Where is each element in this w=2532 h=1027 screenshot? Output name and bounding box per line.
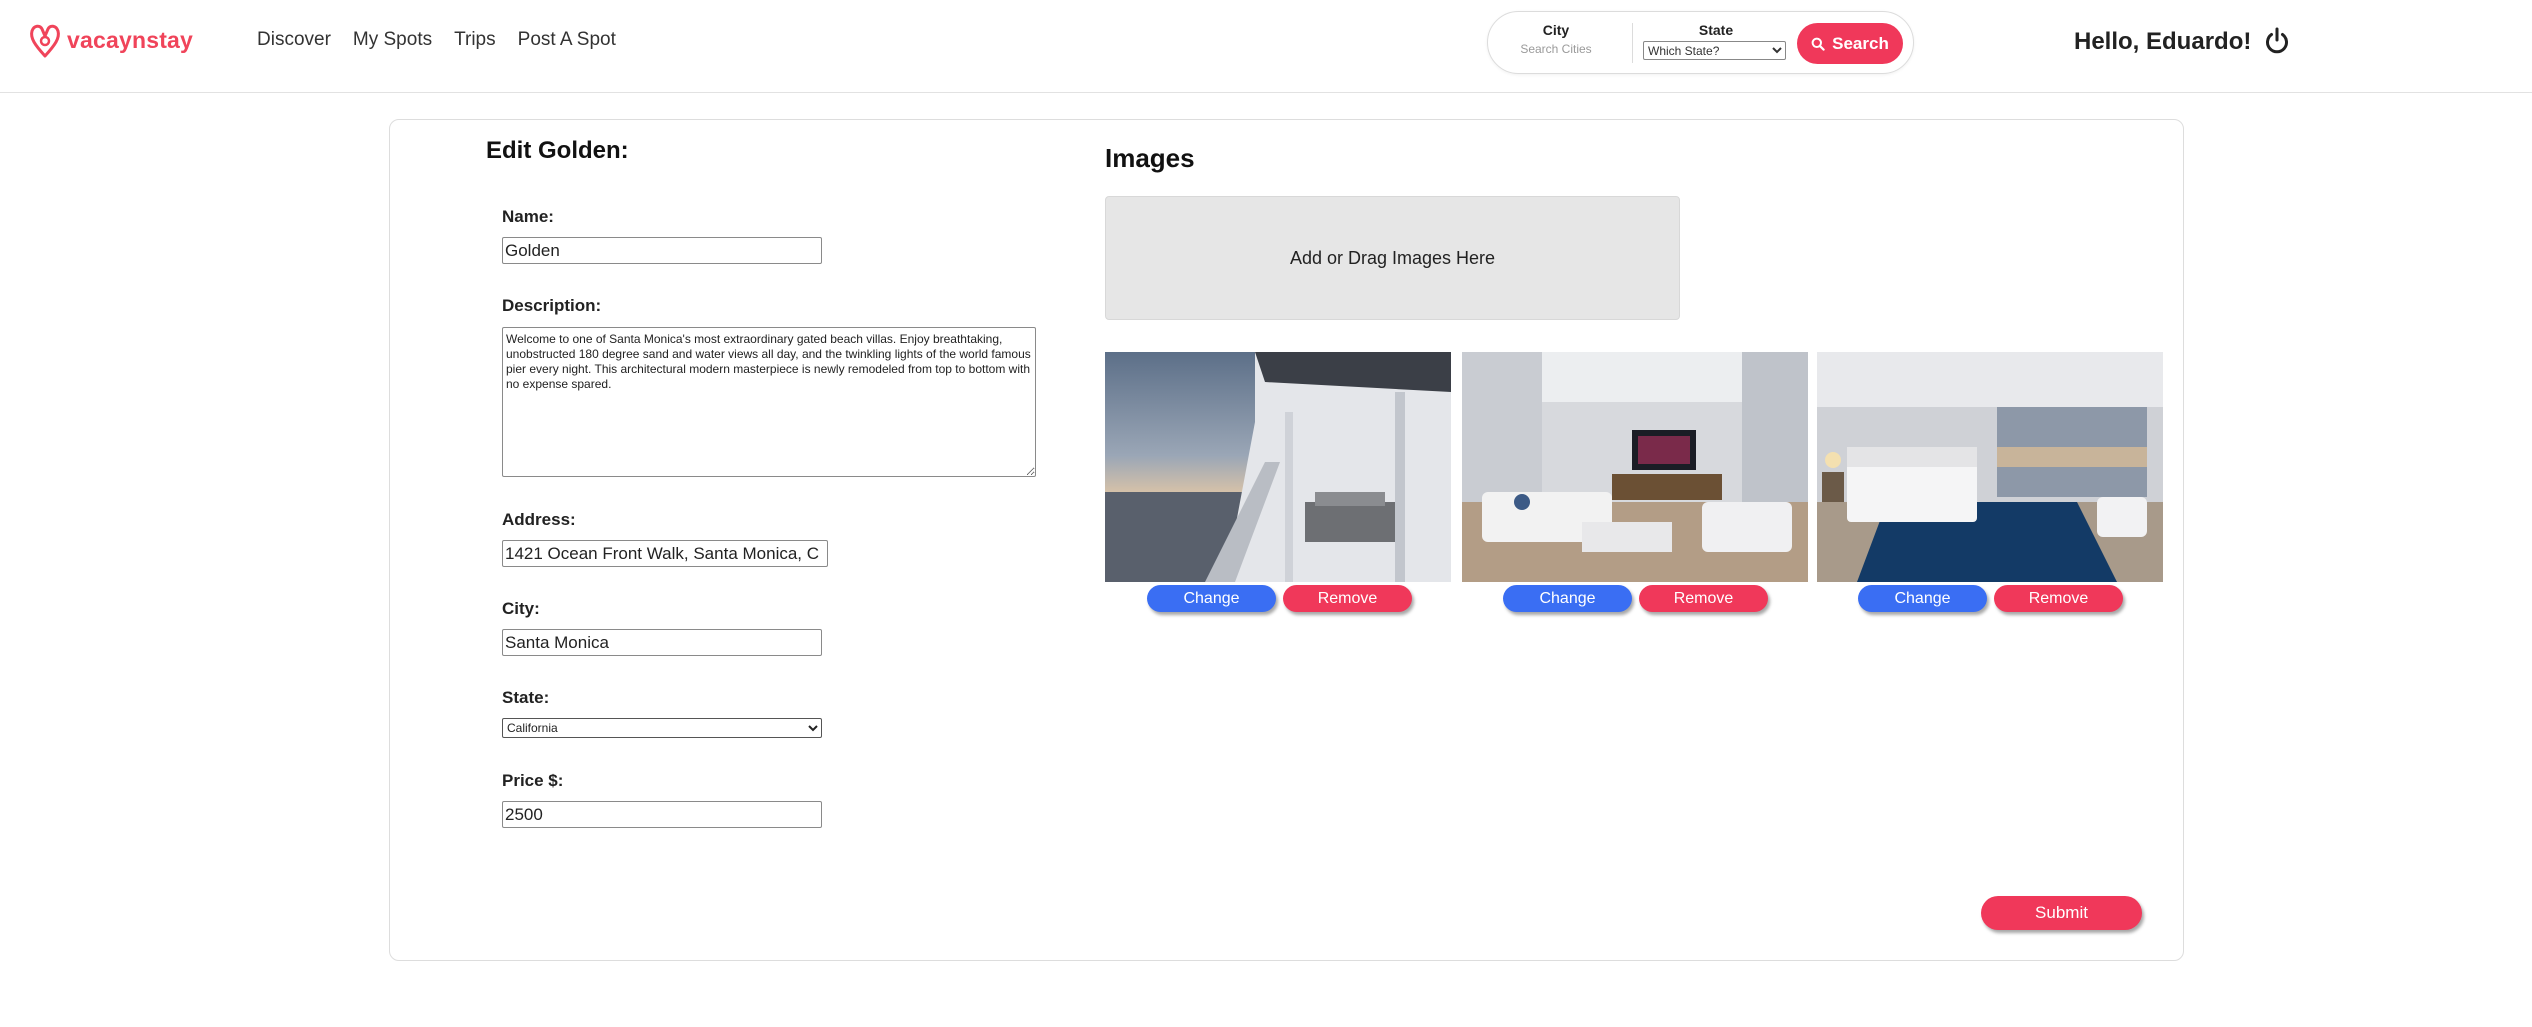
search-divider xyxy=(1632,23,1633,63)
address-input[interactable] xyxy=(502,540,828,567)
price-input[interactable] xyxy=(502,801,822,828)
nav-post-a-spot[interactable]: Post A Spot xyxy=(518,29,616,51)
dropzone-text: Add or Drag Images Here xyxy=(1289,247,1496,268)
remove-image-1-button[interactable]: Remove xyxy=(1283,585,1412,612)
search-state-label: State xyxy=(1698,22,1734,38)
user-greeting: Hello, Eduardo! xyxy=(2074,28,2252,55)
power-icon xyxy=(2266,27,2288,54)
change-image-3-button[interactable]: Change xyxy=(1858,585,1987,612)
image-dropzone[interactable]: Add or Drag Images Here xyxy=(1105,196,1680,320)
search-state-group: State Which State? xyxy=(1643,22,1789,60)
name-label: Name: xyxy=(502,207,554,226)
state-select[interactable]: California xyxy=(502,718,822,738)
image-tile-3 xyxy=(1817,352,2163,582)
city-label: City: xyxy=(502,599,540,618)
logo-icon xyxy=(30,24,60,58)
balcony-photo xyxy=(1105,352,1451,582)
images-title: Images xyxy=(1105,143,1195,173)
price-label: Price $: xyxy=(502,771,564,790)
living-room-photo xyxy=(1462,352,1808,582)
description-label: Description: xyxy=(502,296,602,315)
nav-trips[interactable]: Trips xyxy=(454,29,496,51)
description-textarea[interactable]: Welcome to one of Santa Monica's most ex… xyxy=(502,327,1036,477)
change-image-1-button[interactable]: Change xyxy=(1147,585,1276,612)
nav-my-spots[interactable]: My Spots xyxy=(353,29,432,51)
state-label: State: xyxy=(502,688,550,707)
remove-image-3-button[interactable]: Remove xyxy=(1994,585,2123,612)
image-tile-1 xyxy=(1105,352,1451,582)
bedroom-photo xyxy=(1817,352,2163,582)
city-input[interactable] xyxy=(502,629,822,656)
name-input[interactable] xyxy=(502,237,822,264)
address-label: Address: xyxy=(502,510,576,529)
search-city-group: City xyxy=(1506,22,1606,56)
brand-name: vacaynstay xyxy=(67,26,194,53)
search-button-label: Search xyxy=(1832,33,1889,53)
form-title: Edit Golden: xyxy=(486,137,629,164)
remove-image-2-button[interactable]: Remove xyxy=(1639,585,1768,612)
search-state-select[interactable]: Which State? xyxy=(1643,41,1786,60)
search-city-input[interactable] xyxy=(1506,42,1606,56)
search-city-label: City xyxy=(1542,22,1570,38)
image-tile-2 xyxy=(1462,352,1808,582)
change-image-2-button[interactable]: Change xyxy=(1503,585,1632,612)
brand-logo[interactable]: vacaynstay xyxy=(27,20,193,60)
search-button[interactable]: Search xyxy=(1797,23,1903,64)
top-navbar: vacaynstay Discover My Spots Trips Post … xyxy=(0,0,2532,93)
submit-button[interactable]: Submit xyxy=(1981,896,2142,930)
logout-button[interactable] xyxy=(2262,26,2292,56)
search-icon xyxy=(1811,37,1825,51)
main-nav: Discover My Spots Trips Post A Spot xyxy=(257,29,638,51)
search-bar: City State Which State? Search xyxy=(1487,11,1914,74)
nav-discover[interactable]: Discover xyxy=(257,29,331,51)
